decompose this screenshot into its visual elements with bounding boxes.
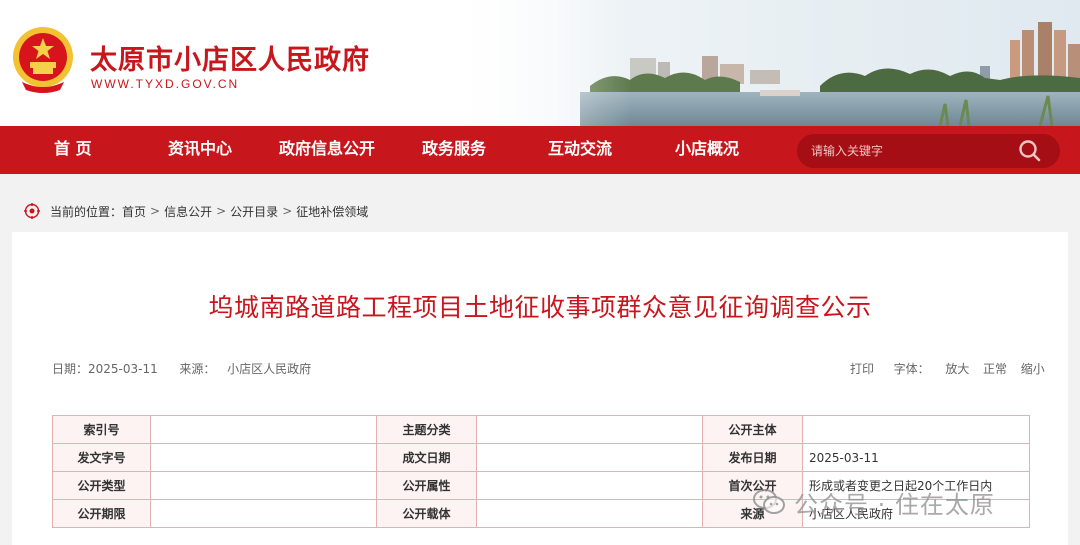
info-value [150, 471, 377, 500]
info-label: 主题分类 [376, 415, 477, 444]
breadcrumb-info-disclosure[interactable]: 信息公开 [164, 203, 212, 220]
nav-item-news-center[interactable]: 资讯中心 [168, 126, 232, 174]
article-meta: 日期：2025-03-11 来源： 小店区人民政府 [52, 360, 311, 377]
nav-item-gov-services[interactable]: 政务服务 [422, 126, 486, 174]
info-label: 发文字号 [52, 443, 151, 472]
info-value [150, 499, 377, 528]
article-source: 小店区人民政府 [227, 362, 312, 376]
nav-item-home[interactable]: 首 页 [54, 126, 92, 174]
info-label: 索引号 [52, 415, 151, 444]
info-value [802, 415, 1030, 444]
site-domain: WWW.TYXD.GOV.CN [91, 77, 240, 91]
info-value [476, 443, 703, 472]
breadcrumb-disclosure-catalog[interactable]: 公开目录 [230, 203, 278, 220]
font-large-button[interactable]: 放大 [945, 362, 969, 376]
info-value: 2025-03-11 [802, 443, 1030, 472]
font-small-button[interactable]: 缩小 [1021, 362, 1045, 376]
font-size-label: 字体： [893, 362, 930, 376]
source-label: 来源： [179, 362, 216, 376]
article-tools: 打印 字体： 放大 正常 缩小 [850, 360, 1045, 377]
breadcrumb-separator: > [150, 204, 161, 218]
national-emblem-icon [13, 27, 73, 93]
info-label: 公开载体 [376, 499, 477, 528]
info-value [476, 471, 703, 500]
nav-item-gov-info-disclosure[interactable]: 政府信息公开 [279, 126, 375, 174]
article-date: 2025-03-11 [88, 362, 158, 376]
watermark: 公众号 · 住在太原 [752, 484, 995, 520]
info-label: 成文日期 [376, 443, 477, 472]
location-pin-icon [24, 203, 40, 219]
breadcrumb-land-compensation[interactable]: 征地补偿领域 [296, 203, 368, 220]
breadcrumb-home[interactable]: 首页 [122, 203, 146, 220]
search-input[interactable] [811, 134, 1011, 168]
breadcrumb-separator: > [282, 204, 293, 218]
info-label: 公开类型 [52, 471, 151, 500]
info-value [150, 443, 377, 472]
header-landscape-image [440, 0, 1080, 126]
breadcrumb: 当前的位置： 首页 > 信息公开 > 公开目录 > 征地补偿领域 [24, 202, 368, 220]
site-header: 太原市小店区人民政府 WWW.TYXD.GOV.CN [0, 0, 1080, 126]
nav-item-district-overview[interactable]: 小店概况 [675, 126, 739, 174]
font-normal-button[interactable]: 正常 [983, 362, 1007, 376]
watermark-text: 公众号 · 住在太原 [794, 490, 995, 519]
table-row: 发文字号 成文日期 发布日期 2025-03-11 [52, 443, 1030, 472]
info-label: 公开期限 [52, 499, 151, 528]
wechat-icon [753, 489, 785, 514]
info-value [476, 499, 703, 528]
info-value [150, 415, 377, 444]
breadcrumb-prefix: 当前的位置： [50, 204, 123, 219]
print-button[interactable]: 打印 [850, 362, 874, 376]
info-label: 公开主体 [702, 415, 803, 444]
breadcrumb-separator: > [216, 204, 227, 218]
info-value [476, 415, 703, 444]
date-label: 日期： [52, 362, 89, 376]
nav-item-interaction[interactable]: 互动交流 [548, 126, 612, 174]
info-label: 公开属性 [376, 471, 477, 500]
table-row: 索引号 主题分类 公开主体 [52, 415, 1030, 444]
info-label: 发布日期 [702, 443, 803, 472]
search-icon[interactable] [1016, 138, 1044, 164]
article-title: 坞城南路道路工程项目土地征收事项群众意见征询调查公示 [208, 293, 872, 322]
site-title: 太原市小店区人民政府 [90, 45, 370, 76]
